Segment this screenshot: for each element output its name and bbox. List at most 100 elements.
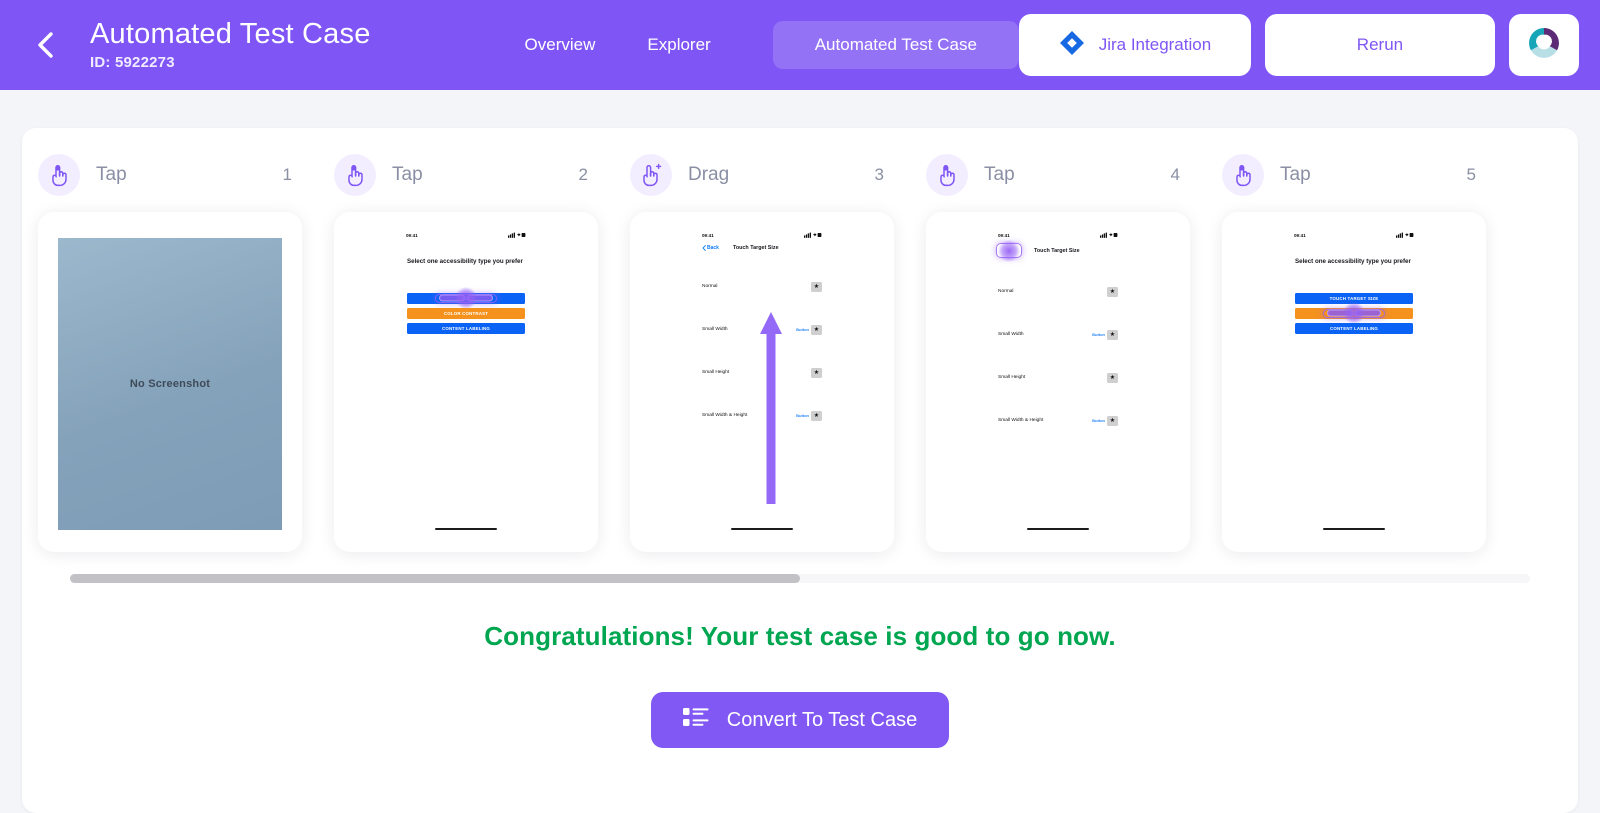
page-title: Automated Test Case xyxy=(90,18,371,51)
star-icon: ★ xyxy=(811,281,822,292)
avatar[interactable] xyxy=(1508,14,1579,76)
home-indicator xyxy=(1027,527,1089,530)
status-bar: 09:41 xyxy=(398,226,534,238)
app-logo-icon xyxy=(1527,26,1561,65)
step-4-action: Tap xyxy=(984,164,1015,185)
step-1-screenshot[interactable]: No Screenshot xyxy=(38,212,302,552)
option-button: COLOR CONTRAST xyxy=(407,307,525,319)
step-5-screenshot[interactable]: 09:41 Select one accessibility type you … xyxy=(1222,212,1486,552)
status-time: 09:41 xyxy=(702,232,714,238)
star-icon: ★ xyxy=(811,324,822,335)
step-3-screenshot[interactable]: 09:41 Back Touch Target Size Normal ★ Sm… xyxy=(630,212,894,552)
app-header: Automated Test Case ID: 5922273 Overview… xyxy=(0,0,1600,90)
jira-integration-label: Jira Integration xyxy=(1098,35,1212,54)
row-controls: ★ xyxy=(1105,372,1118,383)
row-label: Normal xyxy=(702,284,718,289)
step-2-action: Tap xyxy=(392,164,423,185)
tap-hand-icon xyxy=(926,154,968,196)
row-button-label: Button xyxy=(1092,418,1105,423)
step-5-action: Tap xyxy=(1280,164,1311,185)
status-message: Congratulations! Your test case is good … xyxy=(484,621,1116,651)
step-2-screenshot[interactable]: 09:41 Select one accessibility type you … xyxy=(334,212,598,552)
row-controls: Button ★ xyxy=(796,410,822,421)
option-label: TOUCH TARGET SIZE xyxy=(1329,295,1379,301)
option-label: COLOR CONTRAST xyxy=(443,310,489,316)
main-nav: Overview Explorer Automated Test Case xyxy=(499,21,1019,69)
tab-explorer[interactable]: Explorer xyxy=(621,21,736,69)
home-indicator xyxy=(1323,527,1385,530)
star-icon: ★ xyxy=(1107,286,1118,297)
status-time: 09:41 xyxy=(998,232,1010,238)
step-5: Tap 5 09:41 Select one accessibility typ… xyxy=(1206,146,1502,552)
nav-bar: Touch Target Size xyxy=(990,238,1126,262)
phone-mock: 09:41 xyxy=(990,226,1126,538)
row-label: Small Width & Height xyxy=(702,413,748,418)
jira-diamond-icon xyxy=(1059,30,1085,61)
row-label: Small Width xyxy=(998,332,1024,337)
list-item: Small Width & Height Button ★ xyxy=(998,399,1118,442)
step-2: Tap 2 09:41 Select one accessibility typ… xyxy=(318,146,614,552)
status-icons xyxy=(508,232,526,238)
option-label: CONTENT LABELING xyxy=(441,325,491,331)
tap-indicator xyxy=(455,287,477,310)
tab-overview[interactable]: Overview xyxy=(499,21,622,69)
phone-mock: 09:41 xyxy=(398,226,534,538)
step-5-header: Tap 5 xyxy=(1210,146,1498,204)
step-3-number: 3 xyxy=(874,165,884,184)
rerun-button[interactable]: Rerun xyxy=(1264,14,1495,76)
header-title-block: Automated Test Case ID: 5922273 xyxy=(90,18,371,71)
nav-bar: Back Touch Target Size xyxy=(694,238,830,251)
status-icons xyxy=(804,232,822,238)
row-controls: Button ★ xyxy=(796,324,822,335)
option-button: CONTENT LABELING xyxy=(1295,322,1413,334)
option-label: CONTENT LABELING xyxy=(1329,325,1379,331)
star-icon: ★ xyxy=(1107,372,1118,383)
jira-integration-button[interactable]: Jira Integration xyxy=(1018,14,1251,76)
row-controls: Button ★ xyxy=(1092,415,1118,426)
back-button[interactable] xyxy=(28,28,62,62)
screen-buttons: COLOR CONTRAST CONTENT LABELING xyxy=(398,267,534,334)
phone-mock: 09:41 xyxy=(1286,226,1422,538)
row-controls: ★ xyxy=(809,367,822,378)
star-icon: ★ xyxy=(811,367,822,378)
row-label: Small Height xyxy=(998,375,1026,380)
status-bar: 09:41 xyxy=(694,226,830,238)
row-controls: Button ★ xyxy=(1092,329,1118,340)
status-icons xyxy=(1100,232,1118,238)
step-3: Drag 3 09:41 Back Touch Target Size Norm… xyxy=(614,146,910,552)
row-label: Small Width & Height xyxy=(998,418,1044,423)
step-5-number: 5 xyxy=(1466,165,1476,184)
test-case-id: ID: 5922273 xyxy=(90,53,175,71)
step-4-screenshot[interactable]: 09:41 Touch Target Size Normal ★ Small W… xyxy=(926,212,1190,552)
row-label: Small Width xyxy=(702,327,728,332)
list-item: Normal ★ xyxy=(702,265,822,308)
tap-indicator xyxy=(998,239,1020,262)
tab-automated-test-case[interactable]: Automated Test Case xyxy=(772,21,1019,69)
back-link xyxy=(996,239,1022,262)
row-label: Small Height xyxy=(702,370,730,375)
rerun-label: Rerun xyxy=(1356,35,1404,54)
step-2-header: Tap 2 xyxy=(322,146,610,204)
nav-title: Touch Target Size xyxy=(732,245,779,251)
status-icons xyxy=(1396,232,1414,238)
home-indicator xyxy=(435,527,497,530)
scrollbar-thumb[interactable] xyxy=(70,574,800,583)
step-1-number: 1 xyxy=(282,165,292,184)
back-link: Back xyxy=(702,245,719,251)
screen-title: Select one accessibility type you prefer xyxy=(407,258,523,265)
list-item: Normal ★ xyxy=(998,270,1118,313)
row-label: Normal xyxy=(998,289,1014,294)
phone-mock: 09:41 xyxy=(694,226,830,538)
header-actions: Jira Integration Rerun xyxy=(1018,14,1579,76)
screen-buttons: TOUCH TARGET SIZE CONTENT LABELING xyxy=(1286,267,1422,334)
status-time: 09:41 xyxy=(1294,232,1306,238)
status-time: 09:41 xyxy=(406,232,418,238)
horizontal-scrollbar[interactable] xyxy=(70,574,1530,583)
back-link-label: Back xyxy=(707,245,719,251)
status-bar: 09:41 xyxy=(990,226,1126,238)
list-item: Small Height ★ xyxy=(998,356,1118,399)
star-icon: ★ xyxy=(811,410,822,421)
home-indicator xyxy=(731,527,793,530)
convert-to-test-case-button[interactable]: Convert To Test Case xyxy=(650,692,950,748)
option-button: CONTENT LABELING xyxy=(407,322,525,334)
